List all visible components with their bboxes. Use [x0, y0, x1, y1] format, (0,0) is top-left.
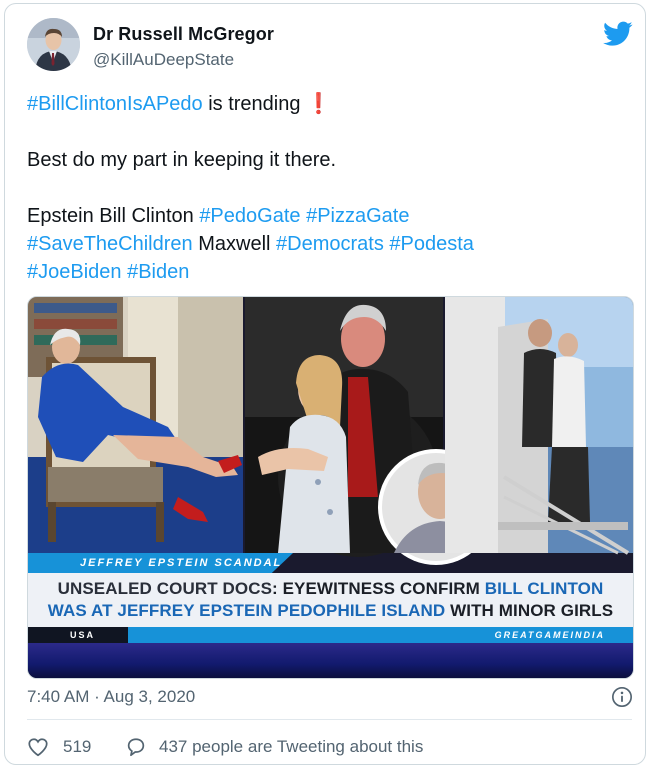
- hashtag-link[interactable]: #SaveTheChildren: [27, 233, 193, 255]
- headline-line-1: UNSEALED COURT DOCS: EYEWITNESS CONFIRM …: [28, 578, 633, 600]
- tweeting-about-link[interactable]: 437 people are Tweeting about this: [125, 734, 423, 760]
- headline-line-2: WAS AT JEFFREY EPSTEIN PEDOPHILE ISLAND …: [28, 600, 633, 622]
- hashtag-link[interactable]: #Biden: [127, 261, 189, 283]
- hashtag-link[interactable]: #PizzaGate: [306, 205, 409, 227]
- exclamation-emoji: ❗: [306, 93, 331, 115]
- like-count: 519: [63, 737, 92, 756]
- display-name[interactable]: Dr Russell McGregor: [93, 24, 274, 45]
- news-footer-decor: [28, 643, 633, 678]
- tweet-card: Dr Russell McGregor @KillAuDeepState #Bi…: [4, 3, 646, 765]
- like-button[interactable]: 519: [27, 734, 91, 760]
- tweet-line-hashtags-1: Epstein Bill Clinton #PedoGate #PizzaGat…: [27, 202, 627, 230]
- user-handle[interactable]: @KillAuDeepState: [93, 50, 234, 70]
- twitter-bird-icon[interactable]: [603, 21, 633, 47]
- hashtag-link[interactable]: #Podesta: [389, 233, 474, 255]
- banner-tag: JEFFREY EPSTEIN SCANDAL: [28, 553, 293, 573]
- speech-bubble-icon: [127, 738, 145, 757]
- headline-segment: UNSEALED COURT DOCS: [57, 579, 273, 598]
- tweet-line-part: Best do my part in keeping it there.: [27, 149, 337, 171]
- hashtag-link[interactable]: #Democrats: [276, 233, 384, 255]
- divider: [27, 719, 632, 720]
- headline: UNSEALED COURT DOCS: EYEWITNESS CONFIRM …: [28, 573, 633, 627]
- profile-photo: [27, 18, 80, 71]
- hashtag-link[interactable]: #JoeBiden: [27, 261, 122, 283]
- tweet-text-segment: Epstein Bill Clinton: [27, 205, 200, 227]
- tweet-line-trending: #BillClintonIsAPedo is trending ❗: [27, 90, 627, 118]
- headline-segment: BILL CLINTON: [484, 579, 604, 598]
- hashtag-link[interactable]: #BillClintonIsAPedo: [27, 93, 203, 115]
- tweet-line-hashtags-2: #SaveTheChildren Maxwell #Democrats #Pod…: [27, 230, 627, 258]
- footer-left-label: USA: [28, 627, 128, 643]
- headline-segment: WAS AT JEFFREY EPSTEIN PEDOPHILE ISLAND: [47, 601, 446, 620]
- headline-segment: : EYEWITNESS CONFIRM: [272, 579, 485, 598]
- tweet-media-image[interactable]: JEFFREY EPSTEIN SCANDAL UNSEALED COURT D…: [27, 296, 634, 679]
- headline-segment: WITH MINOR GIRLS: [445, 601, 614, 620]
- hashtag-link[interactable]: #PedoGate: [199, 205, 300, 227]
- tweet-text-segment: is trending: [202, 93, 307, 115]
- info-icon[interactable]: [611, 686, 633, 708]
- avatar[interactable]: [27, 18, 80, 71]
- tweeting-about-text: 437 people are Tweeting about this: [159, 737, 424, 756]
- footer-source: GREATGAMEINDIA: [494, 630, 605, 640]
- tweet-line-hashtags-3: #JoeBiden #Biden: [27, 258, 627, 286]
- tweet-timestamp[interactable]: 7:40 AM · Aug 3, 2020: [27, 687, 195, 707]
- tweet-text: #BillClintonIsAPedo is trending ❗ Best d…: [27, 90, 627, 286]
- heart-icon: [28, 738, 48, 757]
- tweet-text-segment: Maxwell: [192, 233, 277, 255]
- news-footer-bar: USA GREATGAMEINDIA: [28, 627, 633, 643]
